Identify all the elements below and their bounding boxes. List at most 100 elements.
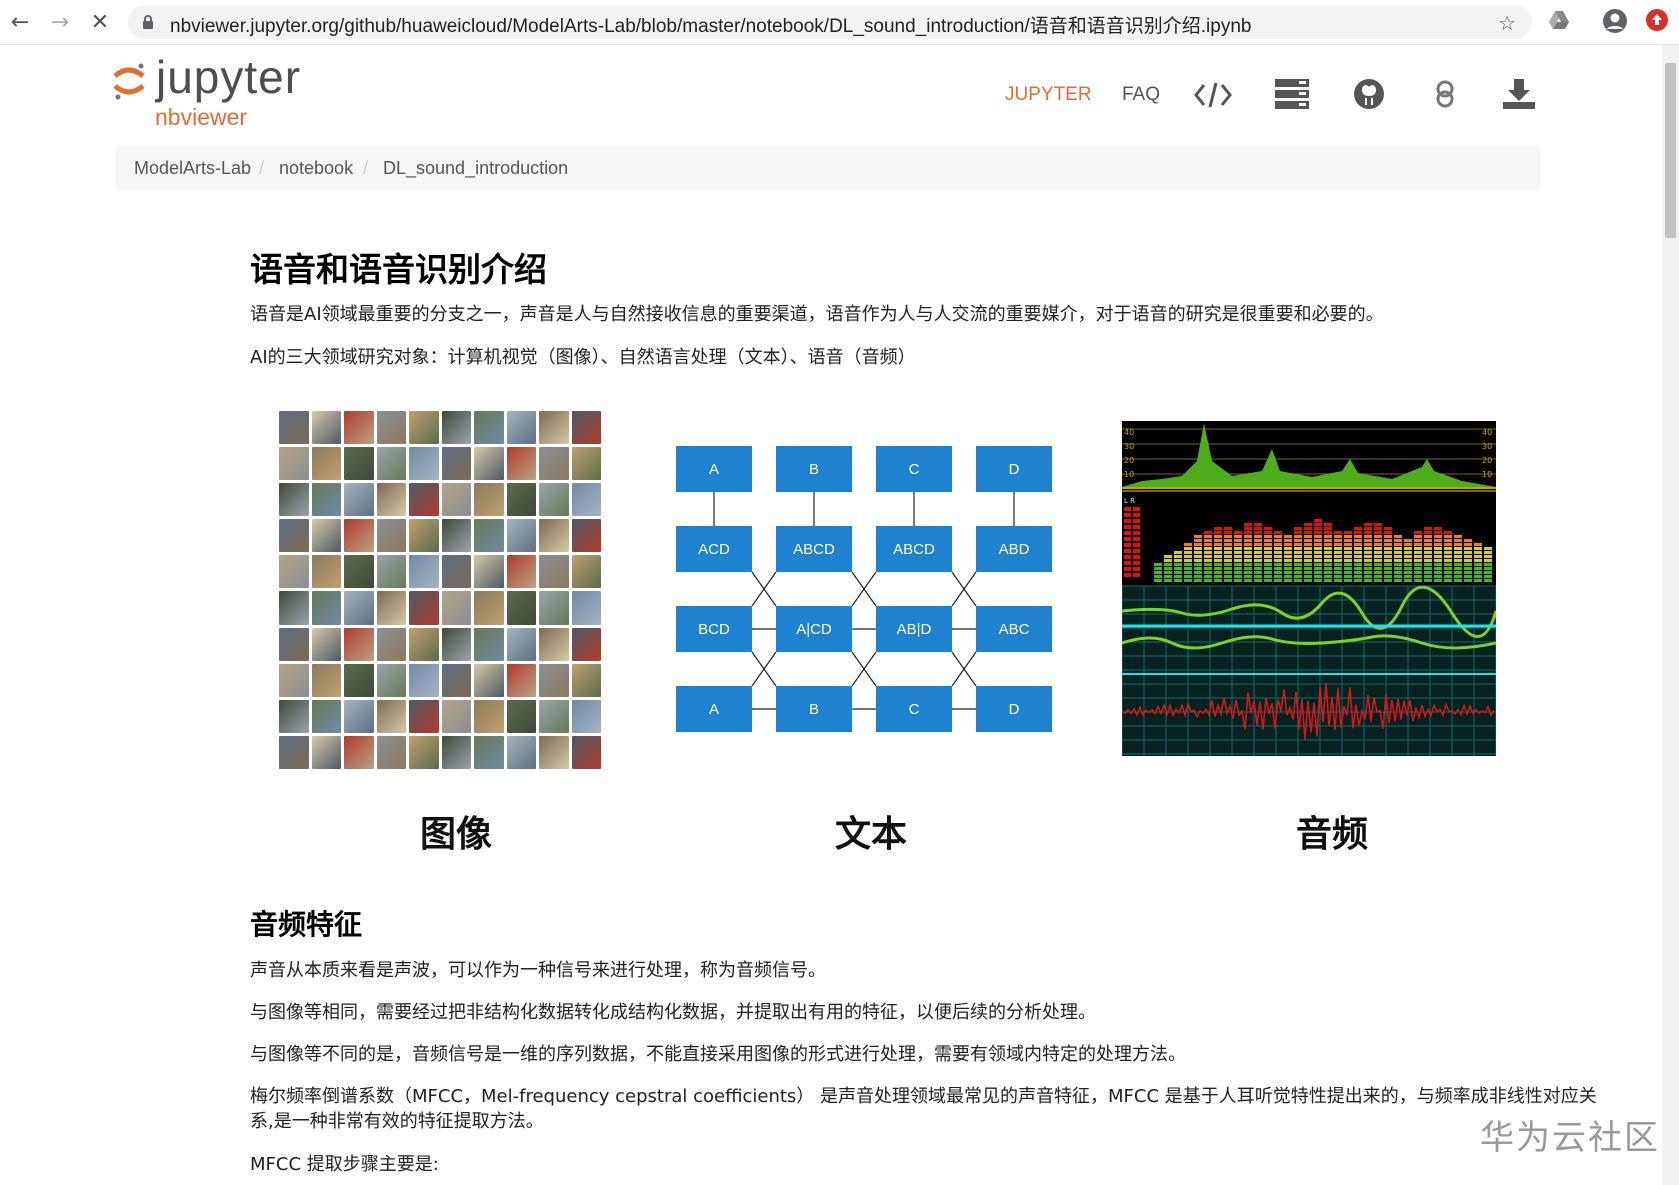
extension-red-icon[interactable] (1645, 8, 1669, 32)
thumbnail-image (311, 627, 341, 661)
logo-text[interactable]: jupyter (156, 50, 301, 104)
diagram-node-label: A|CD (796, 621, 832, 638)
forward-icon[interactable]: → (46, 8, 74, 36)
code-icon[interactable] (1194, 80, 1232, 110)
thumbnail-image (344, 735, 374, 769)
diagram-node-label: C (909, 461, 920, 478)
thumbnail-image (506, 591, 536, 625)
stop-loading-icon[interactable]: ✕ (86, 8, 114, 36)
thumbnail-image (539, 699, 569, 733)
thumbnail-image (279, 591, 309, 625)
thumbnail-image (474, 663, 504, 697)
account-icon[interactable] (1602, 8, 1628, 34)
thumbnail-image (441, 699, 471, 733)
thumbnail-image (409, 483, 439, 517)
diagram-node-label: A (709, 461, 719, 478)
scrollbar-thumb[interactable] (1665, 63, 1676, 238)
diagram-node-label: D (1009, 701, 1020, 718)
bookmark-star-icon[interactable]: ☆ (1498, 11, 1516, 35)
thumbnail-image (344, 663, 374, 697)
thumbnail-image (441, 411, 471, 445)
thumbnail-image (344, 519, 374, 553)
thumbnail-image (539, 483, 569, 517)
thumbnail-image (409, 411, 439, 445)
caption-audio: 音频 (1296, 814, 1369, 855)
thumbnail-image (279, 447, 309, 481)
thumbnail-image (474, 555, 504, 589)
breadcrumb-item-dl-sound[interactable]: DL_sound_introduction (383, 158, 568, 179)
thumbnail-image (441, 483, 471, 517)
thumbnail-image (376, 555, 406, 589)
svg-text:L R: L R (1124, 497, 1135, 505)
svg-text:40: 40 (1124, 428, 1134, 437)
thumbnail-image (539, 519, 569, 553)
page-scrollbar[interactable] (1662, 45, 1679, 1185)
drive-extension-icon[interactable] (1548, 10, 1570, 30)
server-stack-icon[interactable] (1274, 78, 1310, 110)
intro-paragraph: 语音是AI领域最重要的分支之一，声音是人与自然接收信息的重要渠道，语音作为人与人… (250, 304, 1384, 325)
thumbnail-image (311, 519, 341, 553)
download-icon[interactable] (1502, 78, 1536, 110)
thumbnail-image (376, 663, 406, 697)
back-icon[interactable]: ← (6, 8, 34, 36)
thumbnail-image (344, 627, 374, 661)
paragraph-4-line-2: 系,是一种非常有效的特征提取方法。 (250, 1111, 544, 1132)
thumbnail-image (279, 555, 309, 589)
thumbnail-image (311, 663, 341, 697)
thumbnail-image (506, 627, 536, 661)
thumbnail-image (539, 447, 569, 481)
thumbnail-image (311, 699, 341, 733)
thumbnail-image (506, 699, 536, 733)
thumbnail-image (311, 735, 341, 769)
thumbnail-image (539, 627, 569, 661)
diagram-node-label: ABCD (893, 541, 935, 558)
thumbnail-image (539, 411, 569, 445)
thumbnail-image (474, 447, 504, 481)
thumbnail-image (506, 519, 536, 553)
thumbnail-image (441, 447, 471, 481)
text-structure-diagram: A B C DACD ABCD ABCD ABDBCD A|CD AB|D ABCA B C D (676, 446, 1052, 732)
breadcrumb-separator: / (363, 158, 369, 178)
github-icon[interactable] (1353, 78, 1385, 110)
thumbnail-image (506, 555, 536, 589)
thumbnail-image (376, 627, 406, 661)
nav-faq-link[interactable]: FAQ (1122, 84, 1160, 106)
thumbnail-image (279, 411, 309, 445)
thumbnail-image (409, 627, 439, 661)
nav-jupyter-link[interactable]: JUPYTER (1005, 84, 1092, 106)
thumbnail-image (539, 663, 569, 697)
thumbnail-image (279, 627, 309, 661)
thumbnail-image (311, 411, 341, 445)
address-bar[interactable]: nbviewer.jupyter.org/github/huaweicloud/… (128, 5, 1532, 39)
thumbnail-image (344, 699, 374, 733)
thumbnail-image (279, 663, 309, 697)
browser-toolbar: ← → ✕ nbviewer.jupyter.org/github/huawei… (0, 0, 1679, 45)
thumbnail-image (376, 699, 406, 733)
svg-text:30: 30 (1124, 442, 1134, 451)
logo-subtitle[interactable]: nbviewer (155, 104, 247, 131)
thumbnail-image (571, 591, 601, 625)
paragraph-2: 与图像等相同，需要经过把非结构化数据转化成结构化数据，并提取出有用的特征，以便后… (250, 1002, 1096, 1023)
diagram-node-label: ABD (999, 541, 1030, 558)
paragraph-5: MFCC 提取步骤主要是: (250, 1154, 439, 1175)
thumbnail-image (571, 735, 601, 769)
audio-spectrum-graphic: 40 30 20 10 40 30 20 10 L R (1121, 421, 1498, 756)
breadcrumb: ModelArts-Lab / notebook / DL_sound_intr… (115, 146, 1541, 190)
breadcrumb-item-modelarts-lab[interactable]: ModelArts-Lab (134, 158, 251, 179)
binder-icon[interactable] (1432, 80, 1458, 108)
thumbnail-image (571, 519, 601, 553)
diagram-node-label: A (709, 701, 719, 718)
thumbnail-image (571, 627, 601, 661)
breadcrumb-item-notebook[interactable]: notebook (279, 158, 353, 179)
thumbnail-image (409, 663, 439, 697)
paragraph-1: 声音从本质来看是声波，可以作为一种信号来进行处理，称为音频信号。 (250, 960, 826, 981)
thumbnail-image (311, 483, 341, 517)
thumbnail-image (474, 411, 504, 445)
audio-visualization: 40 30 20 10 40 30 20 10 L R (1121, 421, 1498, 756)
url-text[interactable]: nbviewer.jupyter.org/github/huaweicloud/… (170, 11, 1251, 38)
thumbnail-image (474, 699, 504, 733)
diagram-node-label: B (809, 701, 819, 718)
thumbnail-image (376, 483, 406, 517)
thumbnail-image (474, 735, 504, 769)
caption-image: 图像 (420, 814, 493, 855)
